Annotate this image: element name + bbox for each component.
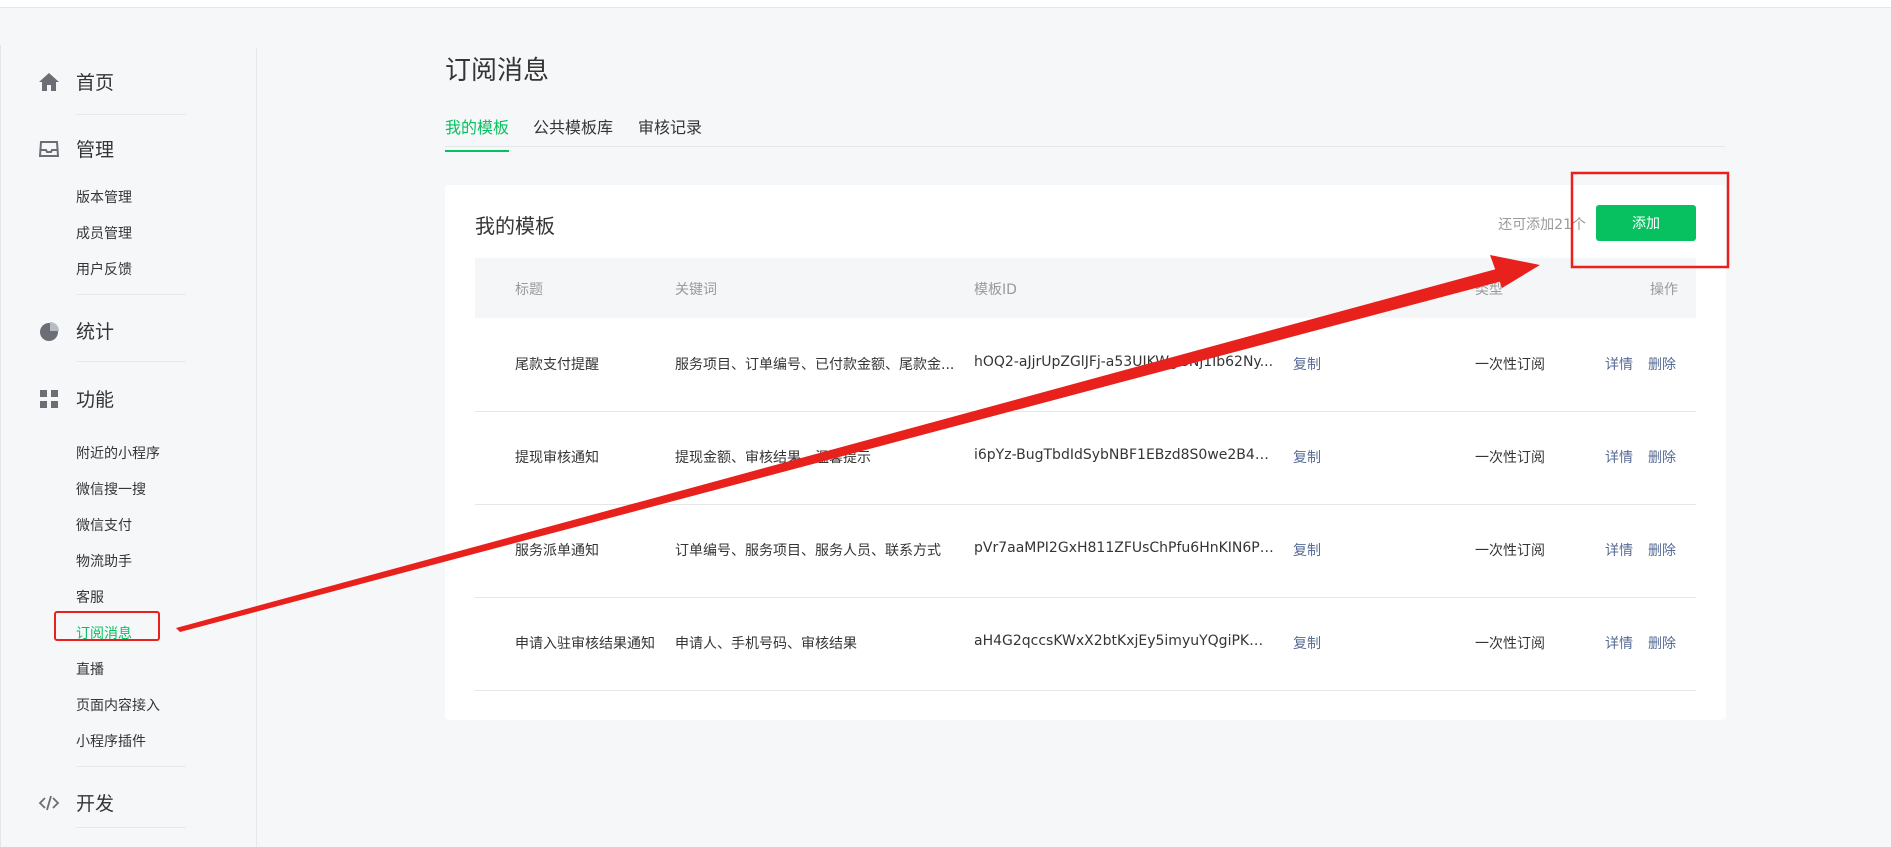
sidebar-group-label: 统计 xyxy=(76,321,115,343)
sidebar-item-feedback[interactable]: 用户反馈 xyxy=(76,260,132,280)
divider xyxy=(76,294,186,295)
row-template-id: hOQ2-aJjrUpZGlJFj-a53UJKWgGNj1Ib62Ny... xyxy=(974,354,1274,370)
inbox-icon xyxy=(38,138,60,160)
sidebar-group-label: 功能 xyxy=(76,389,115,411)
top-bar xyxy=(0,0,1891,8)
divider xyxy=(76,114,186,115)
sidebar-group-label: 开发 xyxy=(76,793,115,815)
sidebar-item-service[interactable]: 客服 xyxy=(76,588,104,608)
add-button[interactable]: 添加 xyxy=(1596,205,1696,241)
tab-public-library[interactable]: 公共模板库 xyxy=(533,114,613,150)
grid-icon xyxy=(38,388,60,410)
row-type: 一次性订阅 xyxy=(1475,450,1545,466)
detail-link[interactable]: 详情 xyxy=(1605,633,1633,653)
card-title: 我的模板 xyxy=(475,214,555,238)
sidebar-item-logistics[interactable]: 物流助手 xyxy=(76,552,132,572)
column-header-title: 标题 xyxy=(515,282,543,298)
row-title: 服务派单通知 xyxy=(515,543,599,559)
pie-chart-icon xyxy=(38,320,60,342)
sidebar-group-manage[interactable]: 管理 xyxy=(38,135,114,162)
row-type: 一次性订阅 xyxy=(1475,357,1545,373)
row-keywords: 服务项目、订单编号、已付款金额、尾款金... xyxy=(675,357,955,373)
delete-link[interactable]: 删除 xyxy=(1648,447,1676,467)
detail-link[interactable]: 详情 xyxy=(1605,354,1633,374)
tab-bar: 我的模板 公共模板库 审核记录 xyxy=(445,108,1725,152)
sidebar-divider xyxy=(256,48,257,847)
detail-link[interactable]: 详情 xyxy=(1605,447,1633,467)
sidebar-group-dev[interactable]: 开发 xyxy=(38,789,114,816)
sidebar-group-stats[interactable]: 统计 xyxy=(38,317,114,344)
sidebar-group-label: 首页 xyxy=(76,72,115,94)
row-title: 提现审核通知 xyxy=(515,450,599,466)
row-template-id: aH4G2qccsKWxX2btKxjEy5imyuYQgiPKMp... xyxy=(974,633,1274,649)
column-header-actions: 操作 xyxy=(1650,282,1678,298)
sidebar-item-version[interactable]: 版本管理 xyxy=(76,188,132,208)
sidebar-item-members[interactable]: 成员管理 xyxy=(76,224,132,244)
divider xyxy=(76,766,186,767)
annotation-highlight-box xyxy=(54,611,160,641)
table-row: 服务派单通知 订单编号、服务项目、服务人员、联系方式 pVr7aaMPI2GxH… xyxy=(475,504,1696,598)
templates-card: 我的模板 还可添加21个 添加 标题 关键词 模板ID 类型 操作 尾款支付提醒… xyxy=(445,185,1726,720)
sidebar-group-features[interactable]: 功能 xyxy=(38,385,114,412)
table-row: 申请入驻审核结果通知 申请人、手机号码、审核结果 aH4G2qccsKWxX2b… xyxy=(475,597,1696,691)
remaining-count: 还可添加21个 xyxy=(1498,217,1586,233)
sidebar-item-nearby[interactable]: 附近的小程序 xyxy=(76,444,160,464)
code-icon xyxy=(38,792,60,814)
copy-link[interactable]: 复制 xyxy=(1293,354,1321,374)
tab-review-records[interactable]: 审核记录 xyxy=(638,114,702,150)
row-template-id: pVr7aaMPI2GxH811ZFUsChPfu6HnKIN6Pg... xyxy=(974,540,1274,556)
row-title: 尾款支付提醒 xyxy=(515,357,599,373)
home-icon xyxy=(38,71,60,93)
column-header-keywords: 关键词 xyxy=(675,282,717,298)
row-type: 一次性订阅 xyxy=(1475,636,1545,652)
table-header: 标题 关键词 模板ID 类型 操作 xyxy=(475,258,1696,318)
sidebar-item-content[interactable]: 页面内容接入 xyxy=(76,696,160,716)
page-title: 订阅消息 xyxy=(445,56,550,86)
column-header-template-id: 模板ID xyxy=(974,282,1017,298)
sidebar-group-home[interactable]: 首页 xyxy=(38,68,114,95)
sidebar: 首页 管理 版本管理 成员管理 用户反馈 统计 功能 附近的小程序 微信搜一搜 … xyxy=(0,8,256,847)
table-row: 提现审核通知 提现金额、审核结果、温馨提示 i6pYz-BugTbdIdSybN… xyxy=(475,411,1696,505)
row-keywords: 申请人、手机号码、审核结果 xyxy=(675,636,857,652)
row-keywords: 提现金额、审核结果、温馨提示 xyxy=(675,450,871,466)
delete-link[interactable]: 删除 xyxy=(1648,633,1676,653)
delete-link[interactable]: 删除 xyxy=(1648,354,1676,374)
table-row: 尾款支付提醒 服务项目、订单编号、已付款金额、尾款金... hOQ2-aJjrU… xyxy=(475,318,1696,412)
row-template-id: i6pYz-BugTbdIdSybNBF1EBzd8S0we2B4w6... xyxy=(974,447,1274,463)
copy-link[interactable]: 复制 xyxy=(1293,633,1321,653)
detail-link[interactable]: 详情 xyxy=(1605,540,1633,560)
sidebar-item-search[interactable]: 微信搜一搜 xyxy=(76,480,146,500)
row-keywords: 订单编号、服务项目、服务人员、联系方式 xyxy=(675,543,941,559)
delete-link[interactable]: 删除 xyxy=(1648,540,1676,560)
divider xyxy=(76,827,186,828)
sidebar-item-pay[interactable]: 微信支付 xyxy=(76,516,132,536)
sidebar-group-label: 管理 xyxy=(76,139,115,161)
copy-link[interactable]: 复制 xyxy=(1293,447,1321,467)
column-header-type: 类型 xyxy=(1475,282,1503,298)
sidebar-item-plugin[interactable]: 小程序插件 xyxy=(76,732,146,752)
row-title: 申请入驻审核结果通知 xyxy=(515,636,655,652)
sidebar-item-live[interactable]: 直播 xyxy=(76,660,104,680)
row-type: 一次性订阅 xyxy=(1475,543,1545,559)
divider xyxy=(76,361,186,362)
copy-link[interactable]: 复制 xyxy=(1293,540,1321,560)
tab-my-templates[interactable]: 我的模板 xyxy=(445,114,510,152)
